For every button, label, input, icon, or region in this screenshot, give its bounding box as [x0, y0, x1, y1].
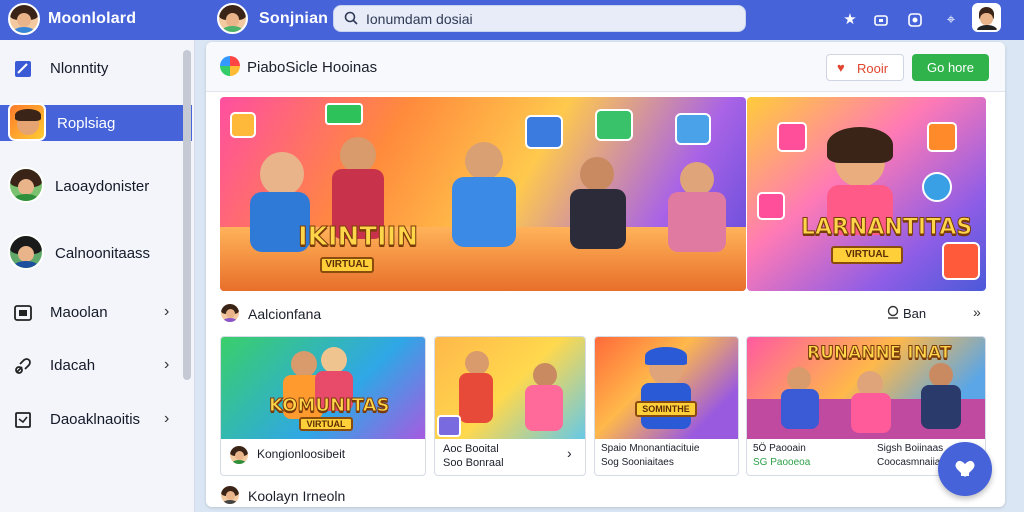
card-meta: Coocasmnaiiad — [877, 457, 946, 468]
game-icon — [955, 460, 975, 477]
sidebar-item-label: Roplsiag — [57, 115, 116, 132]
card-thumbnail: RUNANNE INAT — [747, 337, 985, 439]
card-thumbnail: SOMINTHE — [595, 337, 738, 439]
avatar-icon — [8, 234, 44, 270]
banner-left-tag: VIRTUAL — [320, 257, 374, 273]
profile-avatar[interactable] — [972, 3, 1001, 32]
card-avatar — [229, 445, 249, 465]
link-icon — [15, 358, 31, 374]
sidebar-item-label: Calnoonitaass — [55, 245, 151, 262]
record-icon[interactable] — [905, 10, 925, 30]
user-avatar[interactable] — [217, 3, 248, 34]
monitor-icon — [14, 305, 32, 321]
sidebar-item-label: Laoaydonister — [55, 178, 150, 195]
card-title: Kongionloosibeit — [257, 447, 346, 461]
game-card[interactable]: KOMUNITAS VIRTUAL Kongionloosibeit — [220, 336, 426, 476]
sidebar-item-label: Daoaklnaoitis — [50, 411, 141, 428]
top-bar: Moonlolard Sonjnian Ionumdam dosiai ★ ⌖ — [0, 0, 1024, 40]
game-card[interactable]: SOMINTHE Spaio Mnonantiacituie Sog Sooni… — [594, 336, 739, 476]
app-title: Moonlolard — [48, 10, 137, 27]
sidebar-item-laoaydonister[interactable]: Laoaydonister — [0, 167, 192, 204]
brand-logo-icon — [220, 56, 240, 76]
sidebar-item-calnoonitaass[interactable]: Calnoonitaass — [0, 234, 192, 271]
sidebar-item-roplsiag[interactable]: Roplsiag — [0, 103, 192, 141]
game-card[interactable]: Aoc Booital Soo Bonraal › — [434, 336, 586, 476]
card-thumbnail: KOMUNITAS VIRTUAL — [221, 337, 425, 439]
chevron-right-icon[interactable]: › — [567, 445, 572, 461]
banner-left-headline: IKINTIIN — [297, 222, 419, 253]
chevron-right-icon: › — [164, 303, 170, 320]
sidebar-item-label: Nlonntity — [50, 60, 109, 77]
search-input[interactable]: Ionumdam dosiai — [333, 5, 746, 32]
card-title: Spaio Mnonantiacituie — [601, 443, 700, 454]
see-all-link[interactable]: Ban — [903, 306, 926, 321]
card-subtitle: SG Paooeoa — [753, 457, 811, 468]
sidebar-item-nlonntity[interactable]: Nlonntity — [0, 50, 192, 86]
main-panel: PiaboSicle Hooinas ♥ Rooir Go hore IKINT… — [206, 42, 1005, 507]
double-chevron-icon[interactable]: » — [973, 304, 981, 320]
sidebar-item-label: Idacah — [50, 357, 96, 374]
section-avatar — [220, 485, 240, 505]
user-name[interactable]: Sonjnian — [259, 10, 328, 28]
create-fab-button[interactable] — [938, 442, 992, 496]
banner-right-tag: VIRTUAL — [831, 246, 903, 264]
card-title: 5Ö Paooain — [753, 443, 806, 454]
card-footer: Aoc Booital Soo Bonraal › — [435, 439, 585, 475]
sidebar: Nlonntity Roplsiag Laoaydonister Calnoon… — [0, 40, 195, 512]
primary-action-button[interactable]: Go hore — [912, 54, 989, 81]
sidebar-item-label: Maoolan — [50, 304, 108, 321]
search-icon[interactable] — [886, 305, 900, 319]
sidebar-scrollbar[interactable] — [183, 50, 191, 380]
section-avatar — [220, 303, 240, 323]
like-label: Rooir — [857, 61, 889, 76]
sidebar-item-maoolan[interactable]: Maoolan › — [0, 294, 192, 330]
banner-right[interactable]: LARNANTITAS VIRTUAL — [747, 97, 986, 291]
search-icon — [344, 11, 358, 25]
card-thumbnail — [435, 337, 585, 439]
card-headline: RUNANNE INAT — [806, 343, 952, 364]
like-button[interactable]: ♥ Rooir — [826, 54, 904, 81]
main-header: PiaboSicle Hooinas ♥ Rooir Go hore — [206, 42, 1005, 92]
heart-icon: ♥ — [837, 60, 845, 75]
card-headline: KOMUNITAS — [269, 395, 391, 417]
section-title: Aalcionfana — [248, 306, 322, 322]
banner-left[interactable]: IKINTIIN VIRTUAL — [220, 97, 746, 291]
checkbox-icon — [15, 412, 31, 428]
square-icon — [15, 61, 31, 77]
sidebar-item-idacah[interactable]: Idacah › — [0, 347, 192, 383]
banner-right-headline: LARNANTITAS — [800, 215, 973, 241]
page-title: PiaboSicle Hooinas — [247, 59, 378, 76]
card-footer: Kongionloosibeit — [221, 439, 425, 475]
section-title: Koolayn Irneoln — [248, 488, 346, 504]
card-tag: VIRTUAL — [299, 417, 353, 431]
game-thumb-icon — [8, 103, 46, 141]
card-subtitle: Sog Sooniaitaes — [601, 457, 674, 468]
card-title: Aoc Booital — [443, 443, 499, 455]
star-icon[interactable]: ★ — [840, 10, 860, 30]
app-avatar[interactable] — [8, 3, 40, 35]
chevron-right-icon: › — [164, 410, 170, 427]
section-header: Aalcionfana Ban » — [220, 303, 990, 325]
card-meta: Sigsh Boiinaas — [877, 443, 944, 454]
section-header: Koolayn Irneoln — [220, 485, 990, 507]
card-subtitle: Soo Bonraal — [443, 457, 504, 469]
card-footer: Spaio Mnonantiacituie Sog Sooniaitaes — [595, 439, 738, 475]
pin-icon[interactable]: ⌖ — [941, 10, 961, 30]
search-text: Ionumdam dosiai — [366, 11, 473, 27]
avatar-icon — [8, 167, 44, 203]
gamepad-icon[interactable] — [871, 10, 891, 30]
sidebar-item-daoaklnaoitis[interactable]: Daoaklnaoitis › — [0, 401, 192, 437]
card-tag: SOMINTHE — [635, 401, 697, 417]
chevron-right-icon: › — [164, 356, 170, 373]
